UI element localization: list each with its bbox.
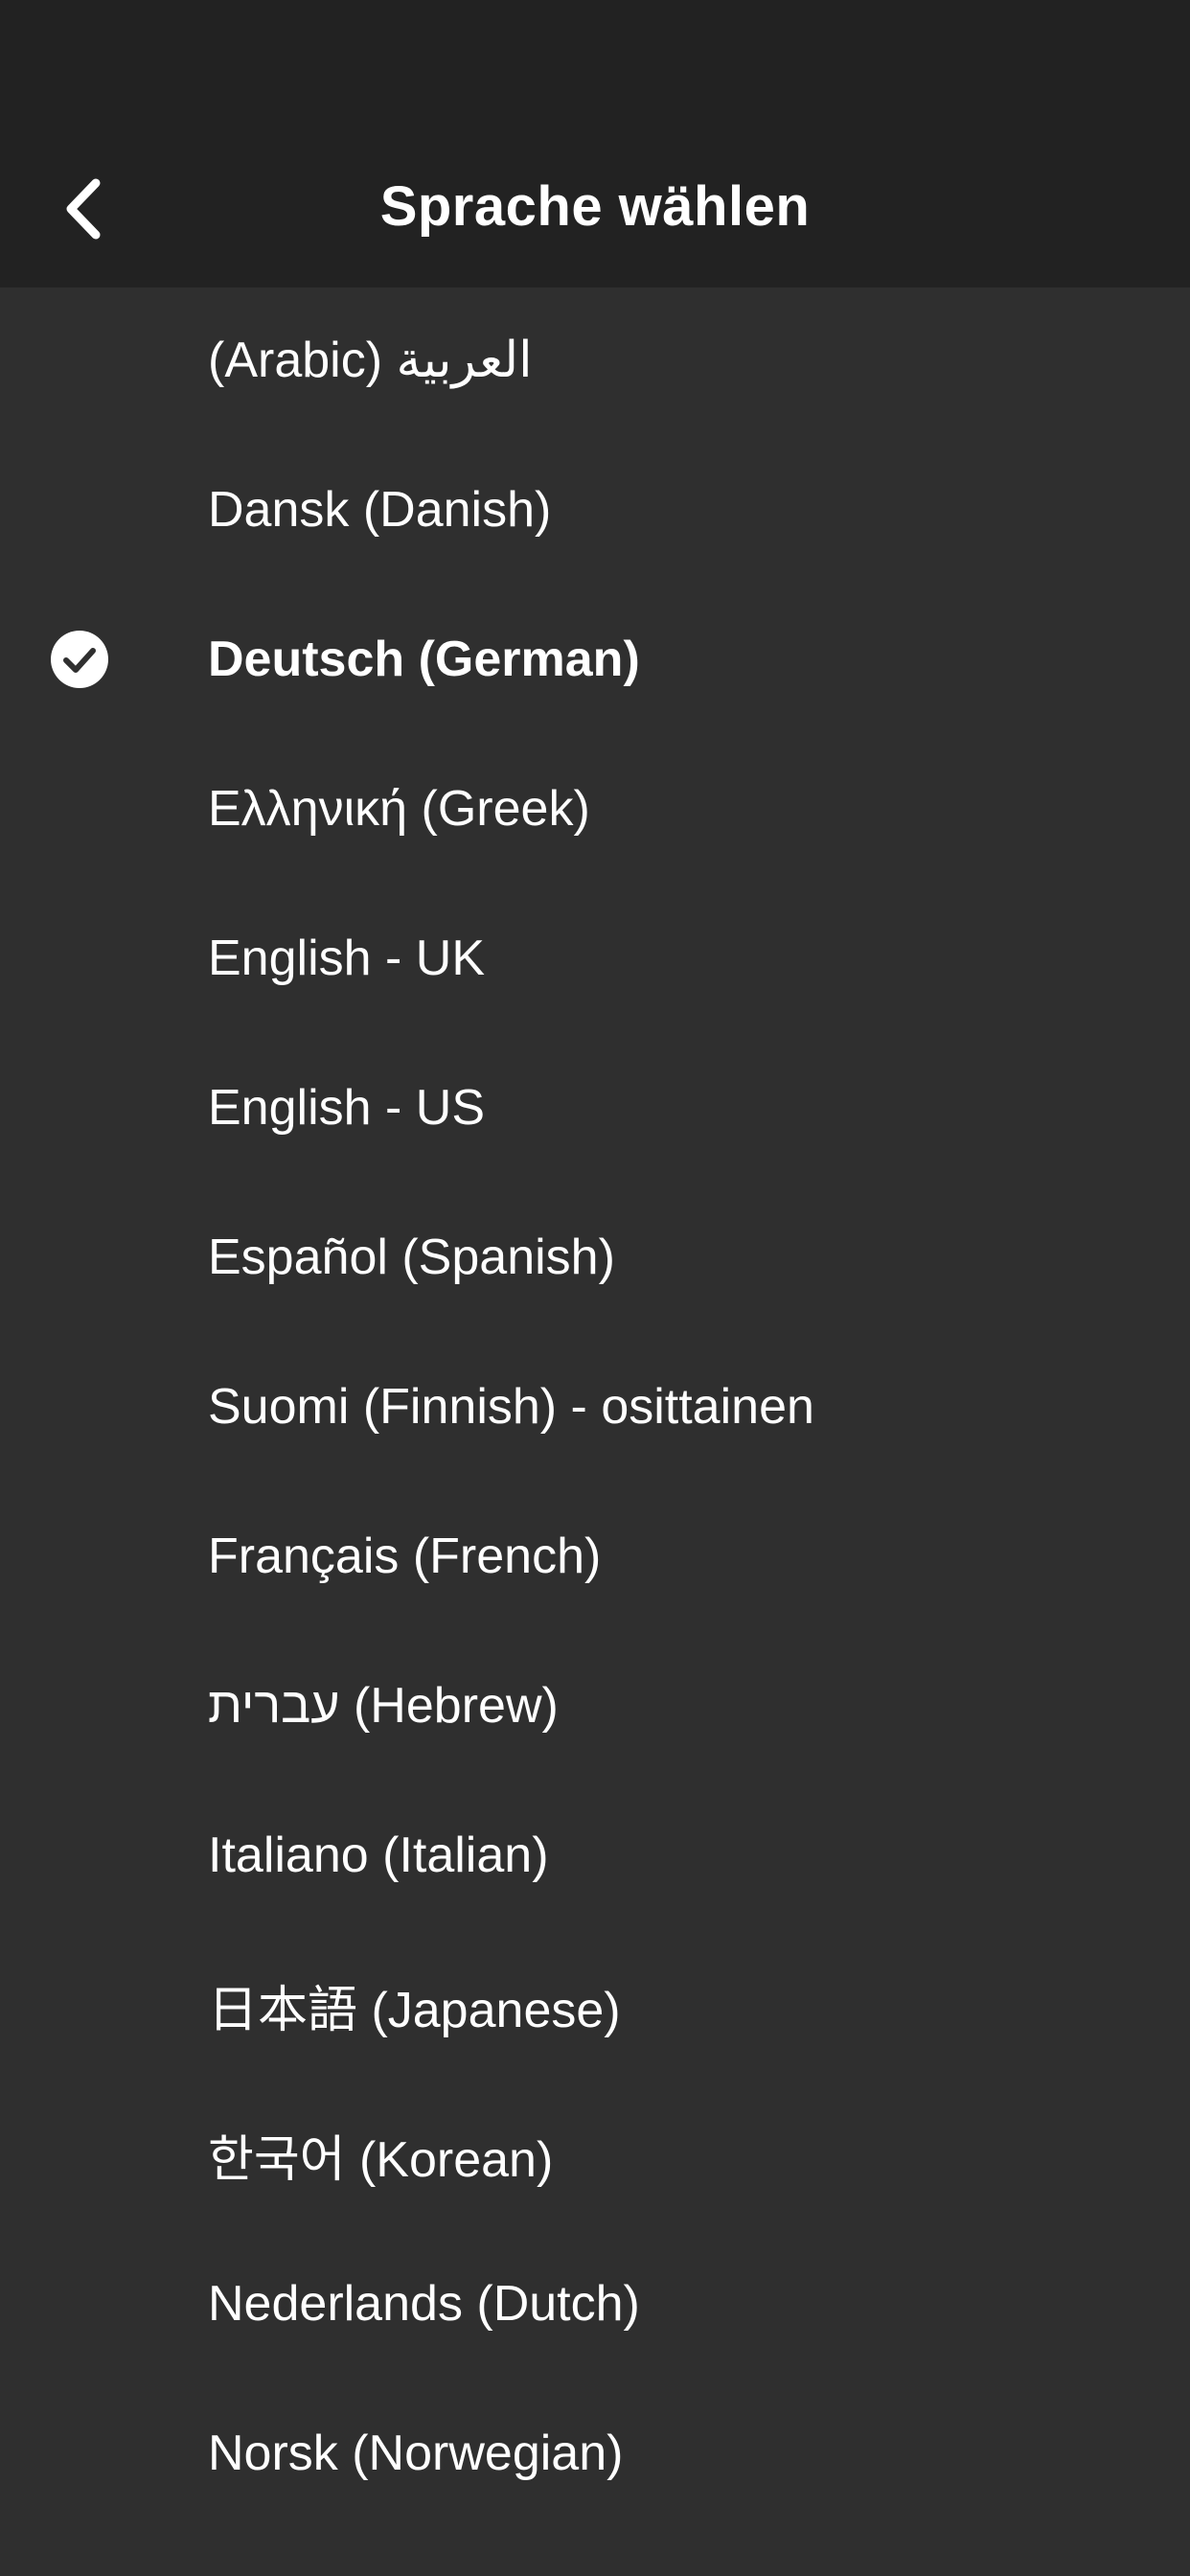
page-title: Sprache wählen: [379, 175, 811, 238]
language-label: Norsk (Norwegian): [208, 2426, 624, 2481]
language-item[interactable]: עברית (Hebrew): [0, 1631, 1190, 1781]
language-label: עברית (Hebrew): [208, 1678, 559, 1734]
language-item[interactable]: Français (French): [0, 1482, 1190, 1631]
language-item[interactable]: Nederlands (Dutch): [0, 2229, 1190, 2379]
language-item[interactable]: Norsk (Norwegian): [0, 2379, 1190, 2528]
status-bar: [0, 0, 1190, 126]
language-item[interactable]: 日本語 (Japanese): [0, 1930, 1190, 2080]
language-item[interactable]: Dansk (Danish): [0, 435, 1190, 585]
language-item[interactable]: English - US: [0, 1033, 1190, 1183]
language-label: Suomi (Finnish) - osittainen: [208, 1379, 814, 1435]
language-label: Nederlands (Dutch): [208, 2276, 640, 2332]
language-label: English - US: [208, 1080, 485, 1136]
language-label: Español (Spanish): [208, 1230, 615, 1285]
language-label: Ελληνική (Greek): [208, 781, 590, 837]
language-item[interactable]: Deutsch (German): [0, 585, 1190, 734]
language-label: Français (French): [208, 1529, 602, 1584]
checkmark-circle-icon: [51, 631, 108, 688]
language-label: 한국어 (Korean): [208, 2131, 554, 2188]
language-item[interactable]: (Arabic) العربية: [0, 288, 1190, 435]
navigation-header: Sprache wählen: [0, 126, 1190, 288]
language-item[interactable]: 한국어 (Korean): [0, 2080, 1190, 2229]
language-item[interactable]: Ελληνική (Greek): [0, 734, 1190, 884]
language-label: 日本語 (Japanese): [208, 1982, 621, 2038]
language-item[interactable]: Suomi (Finnish) - osittainen: [0, 1332, 1190, 1482]
language-list: (Arabic) العربية Dansk (Danish) Deutsch (G…: [0, 288, 1190, 2528]
language-item[interactable]: Español (Spanish): [0, 1183, 1190, 1332]
language-label: (Arabic) العربية: [208, 333, 533, 388]
language-item[interactable]: English - UK: [0, 884, 1190, 1033]
language-item[interactable]: Italiano (Italian): [0, 1781, 1190, 1930]
language-label: English - UK: [208, 931, 485, 986]
language-label: Deutsch (German): [208, 632, 640, 687]
language-label: Dansk (Danish): [208, 482, 552, 538]
language-label: Italiano (Italian): [208, 1828, 549, 1883]
